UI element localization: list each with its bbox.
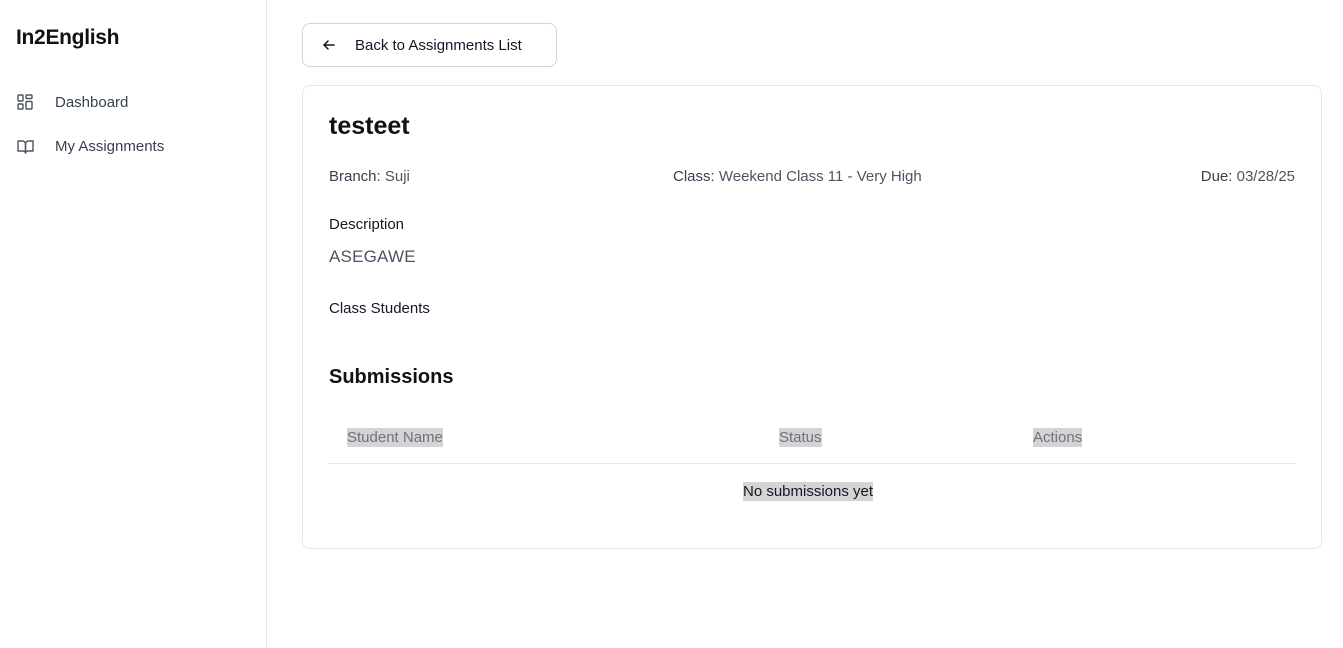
class-students-label: Class Students <box>329 300 430 317</box>
class-info: Class: Weekend Class 11 - Very High <box>673 168 922 185</box>
due-value: 03/28/25 <box>1236 168 1295 185</box>
column-header-student-name: Student Name <box>347 428 443 447</box>
due-key: Due: <box>1200 168 1233 185</box>
table-row: No submissions yet <box>329 464 1295 522</box>
assignment-title: testeet <box>329 112 410 140</box>
column-header-status: Status <box>779 428 822 447</box>
arrow-left-icon <box>321 37 337 53</box>
main-content: Back to Assignments List testeet Branch:… <box>268 0 1343 648</box>
column-header-actions: Actions <box>1033 428 1083 447</box>
description-label: Description <box>329 216 405 233</box>
sidebar-item-dashboard[interactable]: Dashboard <box>16 90 128 114</box>
back-to-assignments-button[interactable]: Back to Assignments List <box>302 23 557 67</box>
assignment-card: testeet Branch: Suji Class: Weekend Clas… <box>302 85 1322 549</box>
sidebar-item-label: Dashboard <box>55 93 129 111</box>
sidebar-item-my-assignments[interactable]: My Assignments <box>16 134 164 158</box>
empty-state-text: No submissions yet <box>743 482 874 501</box>
branch-info: Branch: Suji <box>329 168 410 185</box>
class-value: Weekend Class 11 - Very High <box>718 168 922 185</box>
table-header: Student Name Status Actions <box>329 416 1295 464</box>
description-value: ASEGAWE <box>329 247 416 266</box>
app-brand[interactable]: In2English <box>16 26 119 50</box>
dashboard-grid-icon <box>16 93 34 111</box>
back-button-label: Back to Assignments List <box>355 36 522 54</box>
branch-value: Suji <box>384 168 410 185</box>
sidebar-item-label: My Assignments <box>55 137 165 155</box>
due-info: Due: 03/28/25 <box>1201 168 1295 185</box>
class-key: Class: <box>673 168 715 185</box>
submissions-title: Submissions <box>329 366 454 388</box>
sidebar: In2English Dashboard My Assignments <box>0 0 267 648</box>
submissions-table: Student Name Status Actions No submissio… <box>329 416 1295 522</box>
open-book-icon <box>16 137 34 155</box>
branch-key: Branch: <box>329 168 381 185</box>
